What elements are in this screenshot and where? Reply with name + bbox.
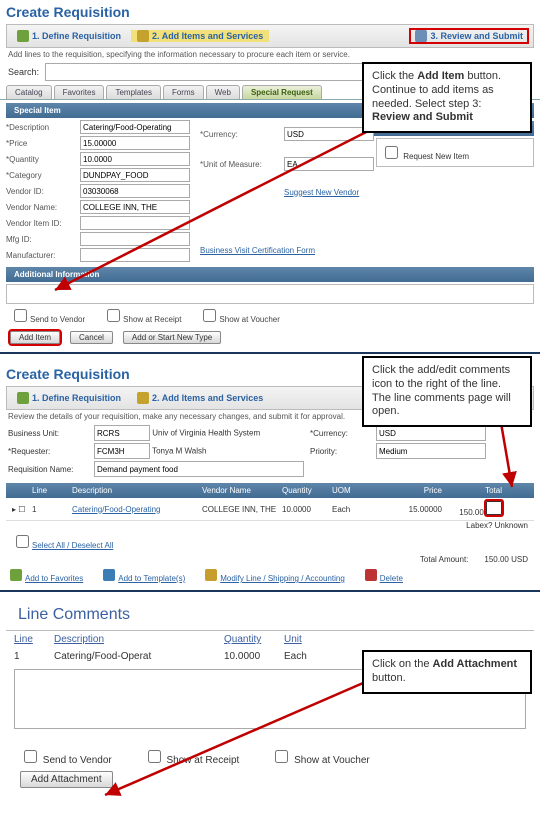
band-additional-info: Additional Information: [6, 267, 534, 282]
search-label: Search:: [8, 67, 39, 77]
show-voucher-check[interactable]: Show at Voucher: [203, 309, 279, 324]
lc-show-receipt[interactable]: Show at Receipt: [144, 747, 240, 766]
business-visit-link[interactable]: Business Visit Certification Form: [200, 246, 374, 255]
trash-icon: [365, 569, 377, 581]
instruction-text: Add lines to the requisition, specifying…: [0, 48, 540, 61]
lc-send-vendor[interactable]: Send to Vendor: [20, 747, 112, 766]
step-3[interactable]: 3. Review and Submit: [409, 28, 529, 44]
send-vendor-check[interactable]: Send to Vendor: [14, 309, 85, 324]
category-input[interactable]: [80, 168, 190, 182]
vendor-item-id-input[interactable]: [80, 216, 190, 230]
price-input[interactable]: [80, 136, 190, 150]
step1-icon: [17, 30, 29, 42]
add-attachment-button[interactable]: Add Attachment: [20, 771, 113, 788]
suggest-vendor-link[interactable]: Suggest New Vendor: [284, 188, 374, 197]
manufacturer-input[interactable]: [80, 248, 190, 262]
header-fields: Business Unit: Univ of Virginia Health S…: [0, 423, 540, 479]
req-line-row: ▸ ☐ 1 Catering/Food-Operating COLLEGE IN…: [6, 498, 534, 521]
step2-2[interactable]: 2. Add Items and Services: [131, 392, 269, 404]
step3-icon: [415, 30, 427, 42]
template-icon: [103, 569, 115, 581]
section-line-comments: Line Comments Line Description Quantity …: [0, 600, 540, 799]
add-item-button[interactable]: Add Item: [10, 331, 60, 344]
tab-favorites[interactable]: Favorites: [54, 85, 105, 99]
mfg-id-input[interactable]: [80, 232, 190, 246]
modify-line-link[interactable]: Modify Line / Shipping / Accounting: [205, 569, 345, 583]
tab-templates[interactable]: Templates: [106, 85, 160, 99]
pencil-icon: [205, 569, 217, 581]
add-template-link[interactable]: Add to Template(s): [103, 569, 185, 583]
step-bar: 1. Define Requisition 2. Add Items and S…: [6, 24, 534, 48]
tab-catalog[interactable]: Catalog: [6, 85, 52, 99]
section-add-items: Create Requisition 1. Define Requisition…: [0, 0, 540, 354]
request-new-item-box: Request New Item: [376, 138, 534, 167]
description-input[interactable]: [80, 120, 190, 134]
callout-attachment: Click on the Add Attachment button.: [362, 650, 532, 694]
page-title: Create Requisition: [0, 0, 540, 24]
expand-icon[interactable]: ▸ ☐: [12, 505, 32, 514]
vendor-name-input[interactable]: [80, 200, 190, 214]
left-col: *Description *Price *Quantity *Category …: [6, 120, 190, 262]
quantity-input[interactable]: [80, 152, 190, 166]
right-col: *Currency: *Unit of Measure: Suggest New…: [200, 120, 374, 262]
line-actions: Add to Favorites Add to Template(s) Modi…: [0, 566, 540, 586]
priority-input[interactable]: [376, 443, 486, 459]
plus-icon: [10, 569, 22, 581]
select-all-check[interactable]: [16, 535, 29, 548]
tab-forms[interactable]: Forms: [163, 85, 204, 99]
tab-special-request[interactable]: Special Request: [242, 85, 322, 99]
vendor-id-input[interactable]: [80, 184, 190, 198]
currency-input[interactable]: [284, 127, 374, 141]
select-all-link[interactable]: Select All / Deselect All: [32, 541, 113, 550]
req-name-input[interactable]: [94, 461, 304, 477]
lc-checks: Send to Vendor Show at Receipt Show at V…: [0, 745, 540, 768]
lc-header: Line Description Quantity Unit: [0, 631, 540, 648]
show-receipt-check[interactable]: Show at Receipt: [107, 309, 181, 324]
line-comments-title: Line Comments: [6, 600, 534, 631]
tab-web[interactable]: Web: [206, 85, 240, 99]
lc-show-voucher[interactable]: Show at Voucher: [271, 747, 369, 766]
step2-1[interactable]: 1. Define Requisition: [11, 392, 127, 404]
send-options: Send to Vendor Show at Receipt Show at V…: [0, 306, 540, 327]
step-2[interactable]: 2. Add Items and Services: [131, 30, 269, 42]
bu-input[interactable]: [94, 425, 150, 441]
step2-icon: [137, 392, 149, 404]
delete-link[interactable]: Delete: [365, 569, 403, 583]
step1-icon: [17, 392, 29, 404]
line-desc-link[interactable]: Catering/Food-Operating: [72, 505, 202, 514]
step-1[interactable]: 1. Define Requisition: [11, 30, 127, 42]
labex-text: Labex? Unknown: [0, 521, 540, 532]
additional-info-textarea[interactable]: [6, 284, 534, 304]
callout-comments: Click the add/edit comments icon to the …: [362, 356, 532, 427]
add-favorites-link[interactable]: Add to Favorites: [10, 569, 83, 583]
request-new-item-check[interactable]: [385, 146, 398, 159]
uom-input[interactable]: [284, 157, 374, 171]
callout-add-item: Click the Add Item button. Continue to a…: [362, 62, 532, 133]
requester-input[interactable]: [94, 443, 150, 459]
total-row: Total Amount: 150.00 USD: [0, 553, 540, 566]
action-buttons: Add Item Cancel Add or Start New Type: [0, 327, 540, 348]
currency-input-2[interactable]: [376, 425, 486, 441]
step2-icon: [137, 30, 149, 42]
section-review-submit: Create Requisition 1. Define Requisition…: [0, 362, 540, 592]
comment-icon[interactable]: [486, 501, 502, 515]
req-line-header: Line Description Vendor Name Quantity UO…: [6, 483, 534, 498]
special-item-form: *Description *Price *Quantity *Category …: [0, 118, 362, 264]
cancel-button[interactable]: Cancel: [70, 331, 113, 344]
add-new-type-button[interactable]: Add or Start New Type: [123, 331, 221, 344]
